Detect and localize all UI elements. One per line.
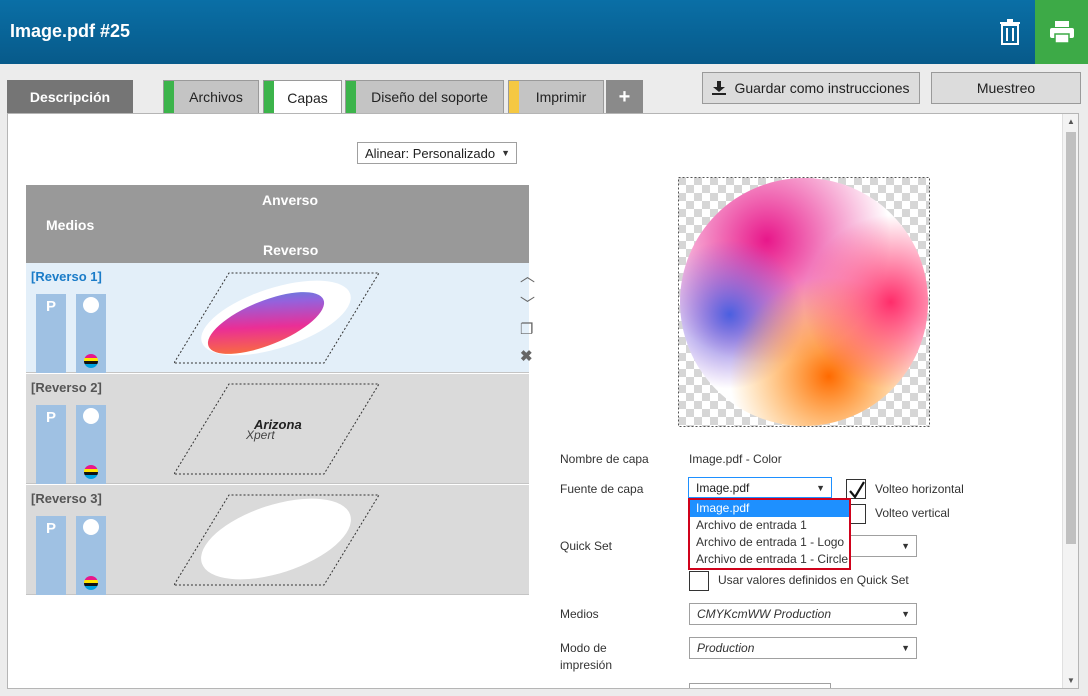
status-mark: [264, 81, 274, 114]
logo-text: Xpert: [246, 428, 275, 442]
layer-label: [Reverso 2]: [31, 380, 102, 395]
vertical-scrollbar[interactable]: ▲ ▼: [1062, 114, 1078, 688]
layer-label: [Reverso 3]: [31, 491, 102, 506]
use-quick-set-checkbox[interactable]: [689, 571, 709, 591]
media-select[interactable]: CMYKcmWW Production ▼: [689, 603, 917, 625]
layer-preview-large: [678, 177, 930, 427]
delete-layer-icon[interactable]: ✖: [520, 347, 533, 365]
dropdown-option[interactable]: Image.pdf: [690, 500, 849, 517]
white-ink-dot: [83, 519, 99, 535]
partial-field[interactable]: [689, 683, 831, 688]
media-chip-primer: P: [36, 294, 66, 373]
status-mark: [509, 81, 519, 113]
download-icon: [712, 81, 727, 95]
print-mode-label: Modo de: [560, 641, 607, 655]
header-reverso: Reverso: [263, 242, 319, 258]
chip-text: P: [45, 520, 56, 537]
layer-preview: [174, 272, 380, 364]
button-label: Muestreo: [976, 80, 1036, 96]
plus-icon: +: [618, 85, 631, 108]
trash-icon: [1000, 19, 1020, 45]
caret-down-icon: ▼: [501, 148, 510, 158]
layer-name-value: Image.pdf - Color: [689, 452, 782, 466]
caret-down-icon: ▼: [816, 483, 825, 493]
title-bar: Image.pdf #25: [0, 0, 1088, 64]
select-value: Production: [697, 641, 755, 655]
media-chip-white: [76, 294, 106, 373]
print-mode-select[interactable]: Production ▼: [689, 637, 917, 659]
copy-icon[interactable]: ❐: [520, 320, 533, 338]
flip-horizontal-label: Volteo horizontal: [875, 482, 964, 496]
tab-label: Diseño del soporte: [371, 89, 488, 105]
white-ink-dot: [83, 297, 99, 313]
flip-horizontal-checkbox[interactable]: [846, 479, 866, 499]
tab-bar: Descripción Archivos Capas Diseño del so…: [0, 64, 1088, 114]
media-chip-white: [76, 516, 106, 595]
tab-archivos[interactable]: Archivos: [163, 80, 259, 113]
layer-source-dropdown: Image.pdf Archivo de entrada 1 Archivo d…: [688, 498, 851, 570]
select-value: Image.pdf: [696, 480, 750, 495]
cmyk-icon: [84, 576, 98, 590]
white-ink-dot: [83, 408, 99, 424]
header-medios: Medios: [46, 217, 95, 233]
layer-row[interactable]: [Reverso 2] P Arizona Xpert: [26, 374, 529, 484]
tab-capas[interactable]: Capas: [263, 80, 342, 114]
layer-row[interactable]: [Reverso 1] P ︿ ﹀ ❐ ✖: [26, 263, 535, 373]
print-button[interactable]: [1035, 0, 1088, 64]
save-instructions-button[interactable]: Guardar como instrucciones: [702, 72, 920, 104]
header-anverso: Anverso: [262, 192, 319, 208]
layer-row[interactable]: [Reverso 3] P: [26, 485, 529, 595]
caret-down-icon: ▼: [901, 643, 910, 653]
layer-source-select[interactable]: Image.pdf ▼: [688, 477, 832, 498]
dropdown-option[interactable]: Archivo de entrada 1 - Circle: [690, 551, 849, 568]
select-value: CMYKcmWW Production: [697, 607, 832, 621]
flip-vertical-label: Volteo vertical: [875, 506, 950, 520]
sample-button[interactable]: Muestreo: [931, 72, 1081, 104]
window-title: Image.pdf #25: [10, 21, 131, 41]
media-chip-primer: P: [36, 405, 66, 484]
tab-descripcion[interactable]: Descripción: [7, 80, 133, 113]
checkmark-icon: [849, 481, 865, 499]
delete-button[interactable]: [986, 0, 1034, 64]
move-up-icon[interactable]: ︿: [520, 265, 535, 286]
layer-preview: [174, 494, 380, 586]
caret-down-icon: ▼: [901, 609, 910, 619]
tab-label: Descripción: [29, 89, 111, 105]
tab-diseno-soporte[interactable]: Diseño del soporte: [345, 80, 504, 113]
align-select[interactable]: Alinear: Personalizado ▼: [357, 142, 517, 164]
use-quick-set-label: Usar valores definidos en Quick Set: [718, 573, 909, 587]
cmyk-icon: [84, 465, 98, 479]
scroll-down-icon[interactable]: ▼: [1066, 676, 1076, 685]
media-label: Medios: [560, 607, 599, 621]
tab-imprimir[interactable]: Imprimir: [508, 80, 604, 113]
chip-text: P: [45, 298, 56, 315]
dropdown-option[interactable]: Archivo de entrada 1 - Logo: [690, 534, 849, 551]
status-mark: [346, 81, 356, 113]
printer-icon: [1049, 21, 1074, 44]
layer-source-label: Fuente de capa: [560, 482, 644, 496]
print-mode-label: impresión: [560, 658, 613, 672]
layer-name-label: Nombre de capa: [560, 452, 649, 466]
button-label: Guardar como instrucciones: [734, 80, 910, 96]
dropdown-option[interactable]: Archivo de entrada 1: [690, 517, 849, 534]
layers-grid-header: Medios Anverso Reverso: [26, 185, 529, 263]
layers-panel: Alinear: Personalizado ▼ Medios Anverso …: [7, 113, 1079, 689]
caret-down-icon: ▼: [901, 541, 910, 551]
tab-label: Imprimir: [535, 89, 587, 105]
quick-set-label: Quick Set: [560, 539, 613, 553]
add-tab-button[interactable]: +: [606, 80, 643, 113]
move-down-icon[interactable]: ﹀: [520, 293, 535, 314]
scroll-up-icon[interactable]: ▲: [1066, 117, 1076, 126]
tab-label: Archivos: [189, 89, 243, 105]
layer-label: [Reverso 1]: [31, 269, 102, 284]
cmyk-icon: [84, 354, 98, 368]
select-value: Alinear: Personalizado: [365, 145, 496, 161]
status-mark: [164, 81, 174, 113]
chip-text: P: [45, 409, 56, 426]
media-chip-primer: P: [36, 516, 66, 595]
scrollbar-thumb[interactable]: [1066, 132, 1076, 544]
tab-label: Capas: [287, 89, 328, 106]
media-chip-white: [76, 405, 106, 484]
